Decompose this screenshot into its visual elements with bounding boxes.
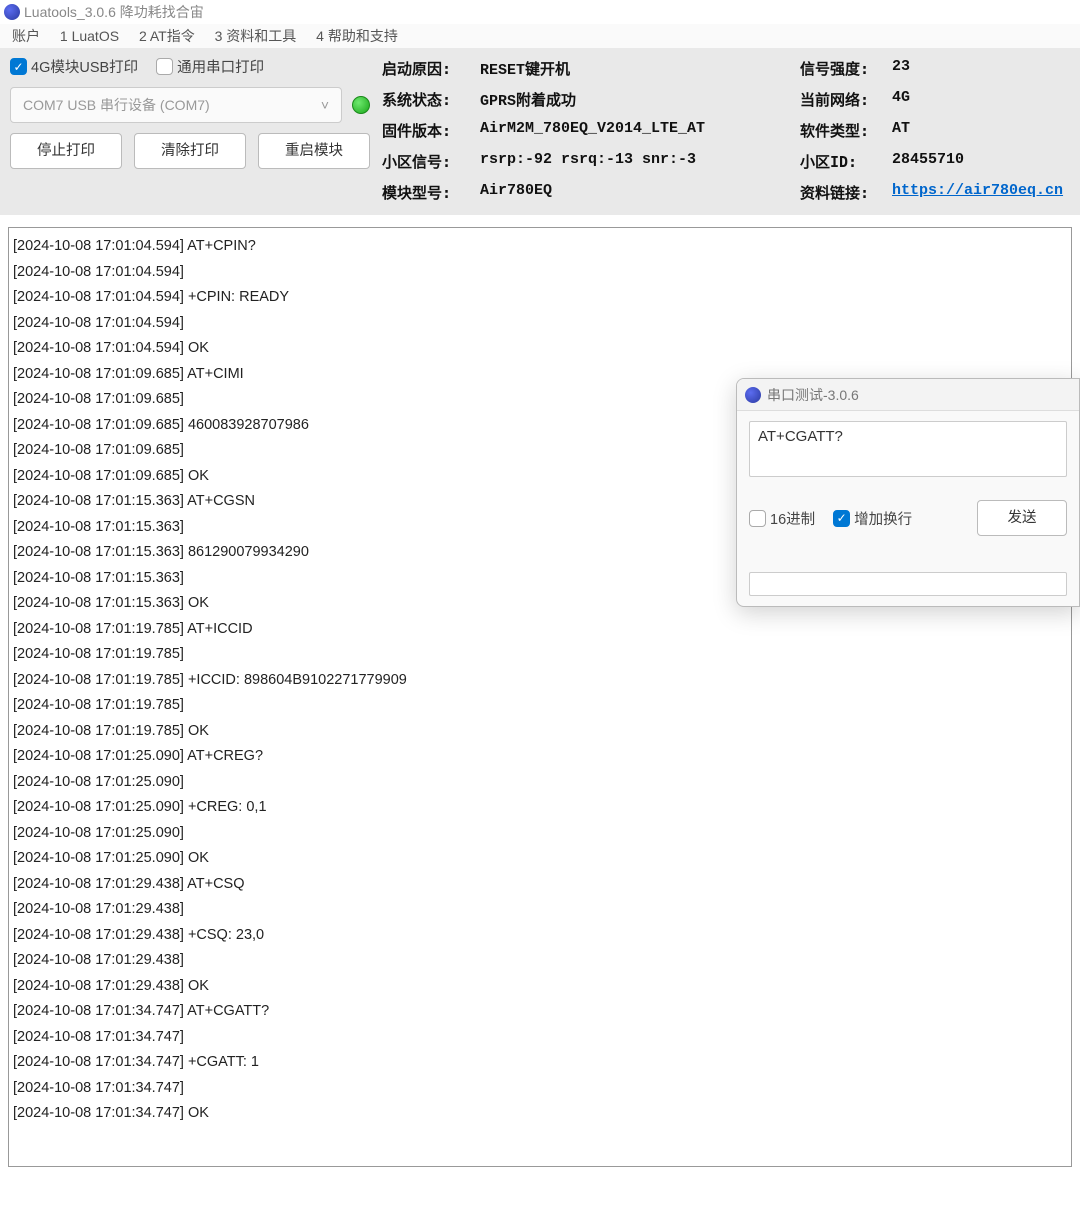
app-icon (4, 4, 20, 20)
value-sys-state: GPRS附着成功 (480, 89, 788, 110)
label-sys-state: 系统状态: (382, 89, 470, 110)
log-line: [2024-10-08 17:01:19.785] (13, 693, 1067, 719)
value-sw-type: AT (892, 120, 1070, 141)
log-line: [2024-10-08 17:01:25.090] (13, 821, 1067, 847)
log-line: [2024-10-08 17:01:25.090] (13, 770, 1067, 796)
log-line: [2024-10-08 17:01:19.785] OK (13, 719, 1067, 745)
label-boot-reason: 启动原因: (382, 58, 470, 79)
value-signal-strength: 23 (892, 58, 1070, 79)
check-hex[interactable]: 16进制 (749, 508, 815, 529)
log-output[interactable]: [2024-10-08 17:01:04.594] AT+CPIN?[2024-… (8, 227, 1072, 1167)
value-cell-signal: rsrp:-92 rsrq:-13 snr:-3 (480, 151, 788, 172)
checkbox-icon (749, 510, 766, 527)
log-line: [2024-10-08 17:01:29.438] AT+CSQ (13, 872, 1067, 898)
log-line: [2024-10-08 17:01:29.438] (13, 897, 1067, 923)
log-line: [2024-10-08 17:01:19.785] +ICCID: 898604… (13, 668, 1067, 694)
log-line: [2024-10-08 17:01:34.747] +CGATT: 1 (13, 1050, 1067, 1076)
port-dropdown[interactable]: COM7 USB 串行设备 (COM7) ˅ (10, 87, 342, 123)
checkbox-icon (833, 510, 850, 527)
window-titlebar: Luatools_3.0.6 降功耗找合宙 (0, 0, 1080, 24)
log-line: [2024-10-08 17:01:29.438] OK (13, 974, 1067, 1000)
serial-output-input[interactable] (749, 572, 1067, 596)
check-label: 4G模块USB打印 (31, 56, 138, 77)
app-icon (745, 387, 761, 403)
popup-titlebar[interactable]: 串口测试-3.0.6 (737, 379, 1079, 411)
status-info-right: 信号强度: 23 当前网络: 4G 软件类型: AT 小区ID: 2845571… (800, 56, 1070, 203)
status-info-mid: 启动原因: RESET键开机 系统状态: GPRS附着成功 固件版本: AirM… (382, 56, 788, 203)
check-serial-print[interactable]: 通用串口打印 (156, 56, 264, 77)
check-label: 16进制 (770, 508, 815, 529)
window-title: Luatools_3.0.6 降功耗找合宙 (24, 0, 204, 24)
serial-command-input[interactable] (749, 421, 1067, 477)
label-model: 模块型号: (382, 182, 470, 203)
log-line: [2024-10-08 17:01:25.090] AT+CREG? (13, 744, 1067, 770)
status-led-icon (352, 96, 370, 114)
label-cell-id: 小区ID: (800, 151, 882, 172)
toolbar-left: 4G模块USB打印 通用串口打印 COM7 USB 串行设备 (COM7) ˅ … (10, 56, 370, 203)
menu-help[interactable]: 4 帮助和支持 (316, 28, 398, 44)
log-line: [2024-10-08 17:01:25.090] +CREG: 0,1 (13, 795, 1067, 821)
label-network: 当前网络: (800, 89, 882, 110)
restart-module-button[interactable]: 重启模块 (258, 133, 370, 169)
serial-test-popup: 串口测试-3.0.6 16进制 增加换行 发送 (736, 378, 1080, 607)
menu-at[interactable]: 2 AT指令 (139, 28, 195, 44)
clear-print-button[interactable]: 清除打印 (134, 133, 246, 169)
log-line: [2024-10-08 17:01:34.747] (13, 1076, 1067, 1102)
log-line: [2024-10-08 17:01:04.594] OK (13, 336, 1067, 362)
label-doc-link: 资料链接: (800, 182, 882, 203)
menu-account[interactable]: 账户 (12, 28, 40, 44)
label-fw-version: 固件版本: (382, 120, 470, 141)
value-fw-version: AirM2M_780EQ_V2014_LTE_AT (480, 120, 788, 141)
value-cell-id: 28455710 (892, 151, 1070, 172)
stop-print-button[interactable]: 停止打印 (10, 133, 122, 169)
value-boot-reason: RESET键开机 (480, 58, 788, 79)
log-line: [2024-10-08 17:01:29.438] +CSQ: 23,0 (13, 923, 1067, 949)
log-line: [2024-10-08 17:01:04.594] AT+CPIN? (13, 234, 1067, 260)
label-signal-strength: 信号强度: (800, 58, 882, 79)
toolbar-panel: 4G模块USB打印 通用串口打印 COM7 USB 串行设备 (COM7) ˅ … (0, 48, 1080, 215)
doc-link[interactable]: https://air780eq.cn (892, 182, 1063, 199)
log-line: [2024-10-08 17:01:19.785] (13, 642, 1067, 668)
log-line: [2024-10-08 17:01:34.747] OK (13, 1101, 1067, 1127)
log-line: [2024-10-08 17:01:04.594] +CPIN: READY (13, 285, 1067, 311)
log-line: [2024-10-08 17:01:25.090] OK (13, 846, 1067, 872)
send-button[interactable]: 发送 (977, 500, 1067, 536)
log-line: [2024-10-08 17:01:34.747] AT+CGATT? (13, 999, 1067, 1025)
checkbox-icon (156, 58, 173, 75)
checkbox-icon (10, 58, 27, 75)
label-cell-signal: 小区信号: (382, 151, 470, 172)
port-label: COM7 USB 串行设备 (COM7) (23, 95, 210, 115)
chevron-down-icon: ˅ (321, 97, 329, 113)
popup-title: 串口测试-3.0.6 (767, 379, 859, 411)
log-line: [2024-10-08 17:01:19.785] AT+ICCID (13, 617, 1067, 643)
menu-docs-tools[interactable]: 3 资料和工具 (215, 28, 297, 44)
log-line: [2024-10-08 17:01:04.594] (13, 311, 1067, 337)
value-network: 4G (892, 89, 1070, 110)
log-line: [2024-10-08 17:01:29.438] (13, 948, 1067, 974)
check-label: 通用串口打印 (177, 56, 264, 77)
menubar: 账户 1 LuatOS 2 AT指令 3 资料和工具 4 帮助和支持 (0, 24, 1080, 48)
check-4g-usb-print[interactable]: 4G模块USB打印 (10, 56, 138, 77)
log-line: [2024-10-08 17:01:34.747] (13, 1025, 1067, 1051)
check-add-newline[interactable]: 增加换行 (833, 508, 912, 529)
check-label: 增加换行 (854, 508, 912, 529)
value-model: Air780EQ (480, 182, 788, 203)
menu-luatos[interactable]: 1 LuatOS (60, 28, 119, 44)
label-sw-type: 软件类型: (800, 120, 882, 141)
log-line: [2024-10-08 17:01:04.594] (13, 260, 1067, 286)
